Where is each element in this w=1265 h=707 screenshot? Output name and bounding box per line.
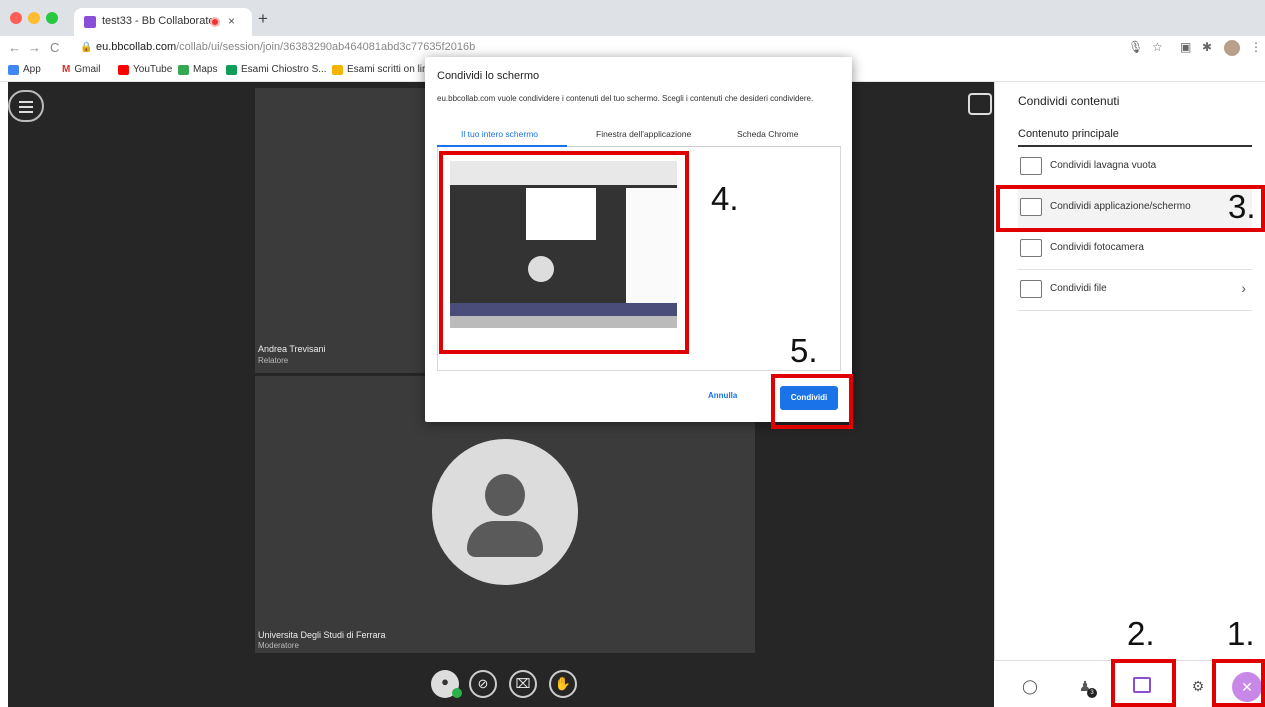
more-menu-icon[interactable]: ⋮ [1250,40,1262,54]
youtube-icon [118,64,129,75]
reload-icon[interactable]: C [50,40,59,55]
maps-icon [178,64,189,75]
bookmark-youtube[interactable]: YouTube [118,64,172,75]
bookmark-label: App [23,64,41,75]
participant-role: Relatore [258,356,289,365]
raise-hand-button[interactable]: ✋ [549,670,577,698]
apps-grid-icon [8,64,19,75]
dialog-title: Condividi lo schermo [437,70,540,82]
profile-avatar[interactable] [1224,40,1240,56]
sheets-icon [226,64,237,75]
url-host: eu.bbcollab.com [96,41,177,53]
gmail-icon: M [62,64,71,75]
url-field[interactable]: eu.bbcollab.com/collab/ui/session/join/3… [96,41,475,53]
avatar [432,439,578,585]
panel-title: Condividi contenuti [1018,94,1120,108]
file-icon [1020,280,1042,298]
tab-close-icon[interactable]: × [228,14,235,28]
forward-icon[interactable]: → [28,40,41,55]
main-menu-button[interactable] [8,90,44,122]
tab-application-window[interactable]: Finestra dell'applicazione [596,129,691,139]
item-label: Condividi fotocamera [1050,242,1144,253]
bookmark-esami-scritti[interactable]: Esami scritti on lin... [332,64,436,75]
status-ok-icon [452,688,462,698]
bookmark-maps[interactable]: Maps [178,64,217,75]
hamburger-line [19,106,33,108]
annotation-number-2: 2. [1127,615,1155,652]
annotation-number-5: 5. [790,332,818,369]
hamburger-line [19,101,33,103]
close-window-icon[interactable] [10,12,22,24]
item-label: Condividi lavagna vuota [1050,160,1157,171]
annotation-number-1: 1. [1227,615,1255,652]
annotation-box-screen-thumbnail [439,151,689,354]
annotation-number-4: 4. [711,180,739,217]
participant-role: Moderatore [258,641,299,650]
collaborate-favicon-icon [84,16,96,28]
cast-icon[interactable]: ▣ [1180,40,1191,54]
tab-chrome-tab[interactable]: Scheda Chrome [737,129,798,139]
folder-icon [332,64,343,75]
bookmark-star-icon[interactable]: ☆ [1152,40,1163,54]
extensions-icon[interactable]: ✱ [1202,40,1212,54]
chevron-right-icon: › [1241,280,1246,296]
bookmark-esami-chiostro[interactable]: Esami Chiostro S... [226,64,327,75]
bookmark-label: Gmail [74,64,101,75]
share-file-item[interactable]: Condividi file › [1018,270,1252,311]
settings-gear-icon[interactable]: ⚙ [1188,676,1208,696]
annotation-number-3: 3. [1228,188,1256,225]
tab-title: test33 - Bb Collaborate [102,15,215,27]
tab-entire-screen[interactable]: Il tuo intero schermo [461,129,538,139]
chat-icon[interactable]: ◯ [1020,676,1040,696]
camera-icon [1020,239,1042,257]
layout-toggle-icon[interactable] [968,93,992,115]
share-whiteboard-item[interactable]: Condividi lavagna vuota [1018,147,1252,188]
avatar-head [485,474,525,516]
url-path: /collab/ui/session/join/36383290ab464081… [176,41,476,53]
bookmark-label: Esami Chiostro S... [241,64,327,75]
browser-tab[interactable]: test33 - Bb Collaborate × [74,8,252,36]
bookmark-label: Esami scritti on lin... [347,64,436,75]
dialog-description: eu.bbcollab.com vuole condividere i cont… [437,94,814,103]
microphone-off-button[interactable]: ⊘ [469,670,497,698]
bookmark-gmail[interactable]: M Gmail [62,64,100,75]
share-camera-item[interactable]: Condividi fotocamera [1018,229,1252,270]
attendee-count-badge: 3 [1087,688,1097,698]
back-icon[interactable]: ← [8,40,21,55]
lock-icon: 🔒 [80,42,93,53]
hamburger-line [19,111,33,113]
microphone-icon[interactable]: 🎙 [1128,40,1143,54]
bookmark-label: Maps [193,64,218,75]
annotation-box-share-screen-item [996,185,1265,232]
bookmark-label: YouTube [133,64,173,75]
annotation-box-share-button [1111,659,1176,707]
recording-indicator-icon [210,17,220,27]
minimize-window-icon[interactable] [28,12,40,24]
avatar-body [467,521,543,557]
maximize-window-icon[interactable] [46,12,58,24]
whiteboard-icon [1020,157,1042,175]
new-tab-button[interactable]: + [258,9,268,29]
camera-off-button[interactable]: ⌧ [509,670,537,698]
participant-name: Universita Degli Studi di Ferrara [258,630,386,640]
annotation-box-leave [1212,659,1265,707]
panel-section-title: Contenuto principale [1018,128,1119,140]
annotation-box-share-button-dialog [771,374,853,429]
item-label: Condividi file [1050,283,1107,294]
bookmark-apps[interactable]: App [8,64,41,75]
participant-name: Andrea Trevisani [258,344,326,354]
cancel-button[interactable]: Annulla [708,391,737,400]
